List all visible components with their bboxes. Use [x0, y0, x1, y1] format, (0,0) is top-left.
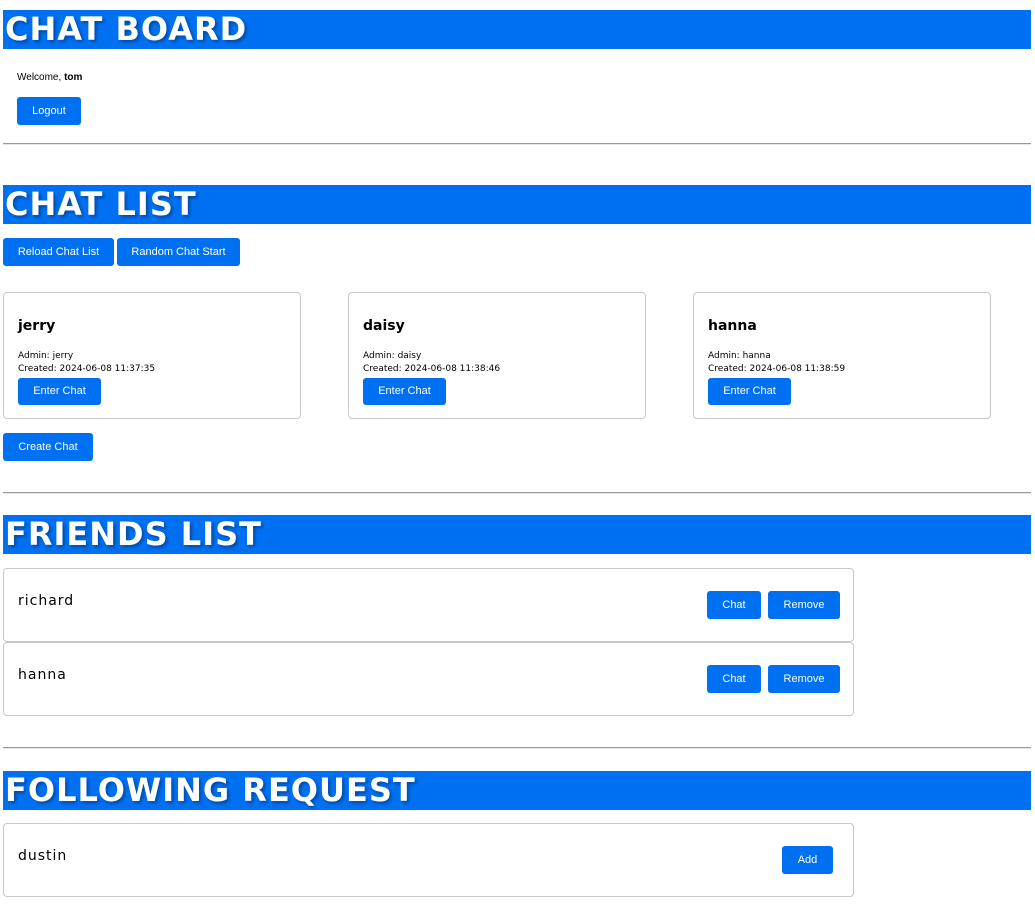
enter-chat-button[interactable]: Enter Chat — [363, 378, 446, 405]
chat-card-daisy: daisy Admin: daisy Created: 2024-06-08 1… — [348, 292, 646, 419]
create-chat-button[interactable]: Create Chat — [3, 433, 93, 461]
request-row-dustin: dustin Add — [3, 823, 854, 897]
enter-chat-button[interactable]: Enter Chat — [708, 378, 791, 405]
remove-friend-button[interactable]: Remove — [768, 591, 840, 619]
divider — [3, 747, 1031, 749]
chat-card-admin: Admin: hanna — [708, 351, 771, 361]
chat-card-title: jerry — [18, 318, 56, 334]
enter-chat-button[interactable]: Enter Chat — [18, 378, 101, 405]
username: tom — [64, 72, 83, 83]
add-friend-button[interactable]: Add — [782, 846, 833, 874]
chat-list-header: CHAT LIST — [3, 185, 1031, 224]
random-chat-start-button[interactable]: Random Chat Start — [117, 238, 240, 266]
chat-board-header: CHAT BOARD — [3, 10, 1031, 49]
friend-row-hanna: hanna Chat Remove — [3, 642, 854, 716]
friend-row-richard: richard Chat Remove — [3, 568, 854, 642]
chat-card-created: Created: 2024-06-08 11:38:59 — [708, 364, 846, 374]
friend-name: hanna — [18, 667, 67, 683]
following-request-header: FOLLOWING REQUEST — [3, 771, 1031, 810]
chat-friend-button[interactable]: Chat — [707, 665, 761, 693]
chat-friend-button[interactable]: Chat — [707, 591, 761, 619]
welcome-prefix: Welcome, — [17, 72, 65, 83]
logout-button[interactable]: Logout — [17, 97, 81, 125]
chat-card-title: hanna — [708, 318, 757, 334]
chat-card-hanna: hanna Admin: hanna Created: 2024-06-08 1… — [693, 292, 991, 419]
friend-name: richard — [18, 593, 75, 609]
request-name: dustin — [18, 848, 68, 864]
chat-card-title: daisy — [363, 318, 405, 334]
divider — [3, 143, 1031, 145]
friends-list-header: FRIENDS LIST — [3, 515, 1031, 554]
chat-card-jerry: jerry Admin: jerry Created: 2024-06-08 1… — [3, 292, 301, 419]
reload-chat-list-button[interactable]: Reload Chat List — [3, 238, 114, 266]
chat-card-created: Created: 2024-06-08 11:38:46 — [363, 364, 501, 374]
chat-card-admin: Admin: jerry — [18, 351, 74, 361]
remove-friend-button[interactable]: Remove — [768, 665, 840, 693]
welcome-text: Welcome, tom — [17, 72, 82, 83]
chat-card-admin: Admin: daisy — [363, 351, 422, 361]
divider — [3, 492, 1031, 494]
chat-card-created: Created: 2024-06-08 11:37:35 — [18, 364, 156, 374]
